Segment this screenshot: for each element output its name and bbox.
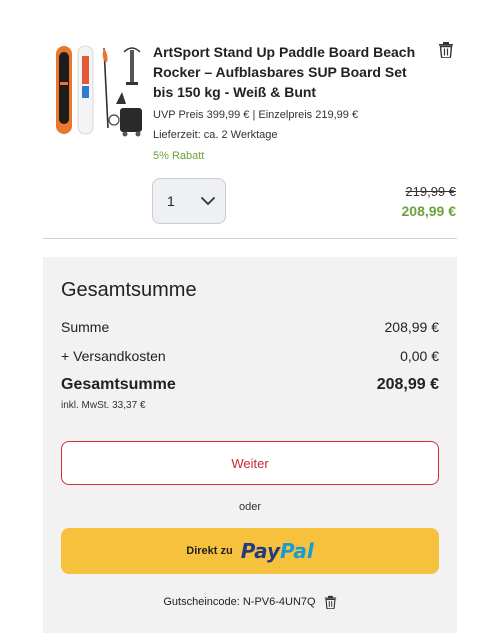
product-image[interactable]	[52, 42, 146, 138]
continue-button[interactable]: Weiter	[61, 441, 439, 485]
voucher-code: Gutscheincode: N-PV6-4UN7Q	[163, 595, 316, 608]
quantity-value: 1	[167, 193, 175, 209]
chevron-down-icon	[201, 197, 215, 205]
paypal-logo: PayPal	[240, 539, 314, 563]
discount-badge: 5% Rabatt	[153, 150, 205, 162]
product-title[interactable]: ArtSport Stand Up Paddle Board Beach Roc…	[153, 42, 423, 102]
price-info: UVP Preis 399,99 € | Einzelpreis 219,99 …	[153, 109, 359, 121]
trash-icon[interactable]	[324, 594, 337, 609]
order-summary: Gesamtsumme Summe 208,99 € + Versandkost…	[43, 257, 457, 633]
delivery-time: Lieferzeit: ca. 2 Werktage	[153, 129, 278, 141]
subtotal-label: Summe	[61, 319, 110, 335]
total-label: Gesamtsumme	[61, 376, 176, 393]
tax-note: inkl. MwSt. 33,37 €	[61, 400, 146, 411]
shipping-label: + Versandkosten	[61, 348, 166, 364]
discounted-price: 208,99 €	[401, 203, 457, 219]
trash-icon[interactable]	[438, 40, 454, 58]
original-price: 219,99 €	[405, 184, 456, 199]
subtotal-value: 208,99 €	[384, 319, 440, 335]
shipping-value: 0,00 €	[400, 348, 439, 364]
summary-heading: Gesamtsumme	[61, 279, 197, 301]
divider	[43, 238, 457, 239]
quantity-select[interactable]: 1	[152, 178, 226, 224]
cart-item: ArtSport Stand Up Paddle Board Beach Roc…	[0, 0, 500, 240]
or-separator: oder	[238, 501, 262, 513]
total-value: 208,99 €	[376, 376, 439, 393]
paypal-label: Direkt zu	[186, 545, 233, 557]
voucher-row: Gutscheincode: N-PV6-4UN7Q	[43, 594, 457, 609]
paypal-button[interactable]: Direkt zu PayPal	[61, 528, 439, 574]
